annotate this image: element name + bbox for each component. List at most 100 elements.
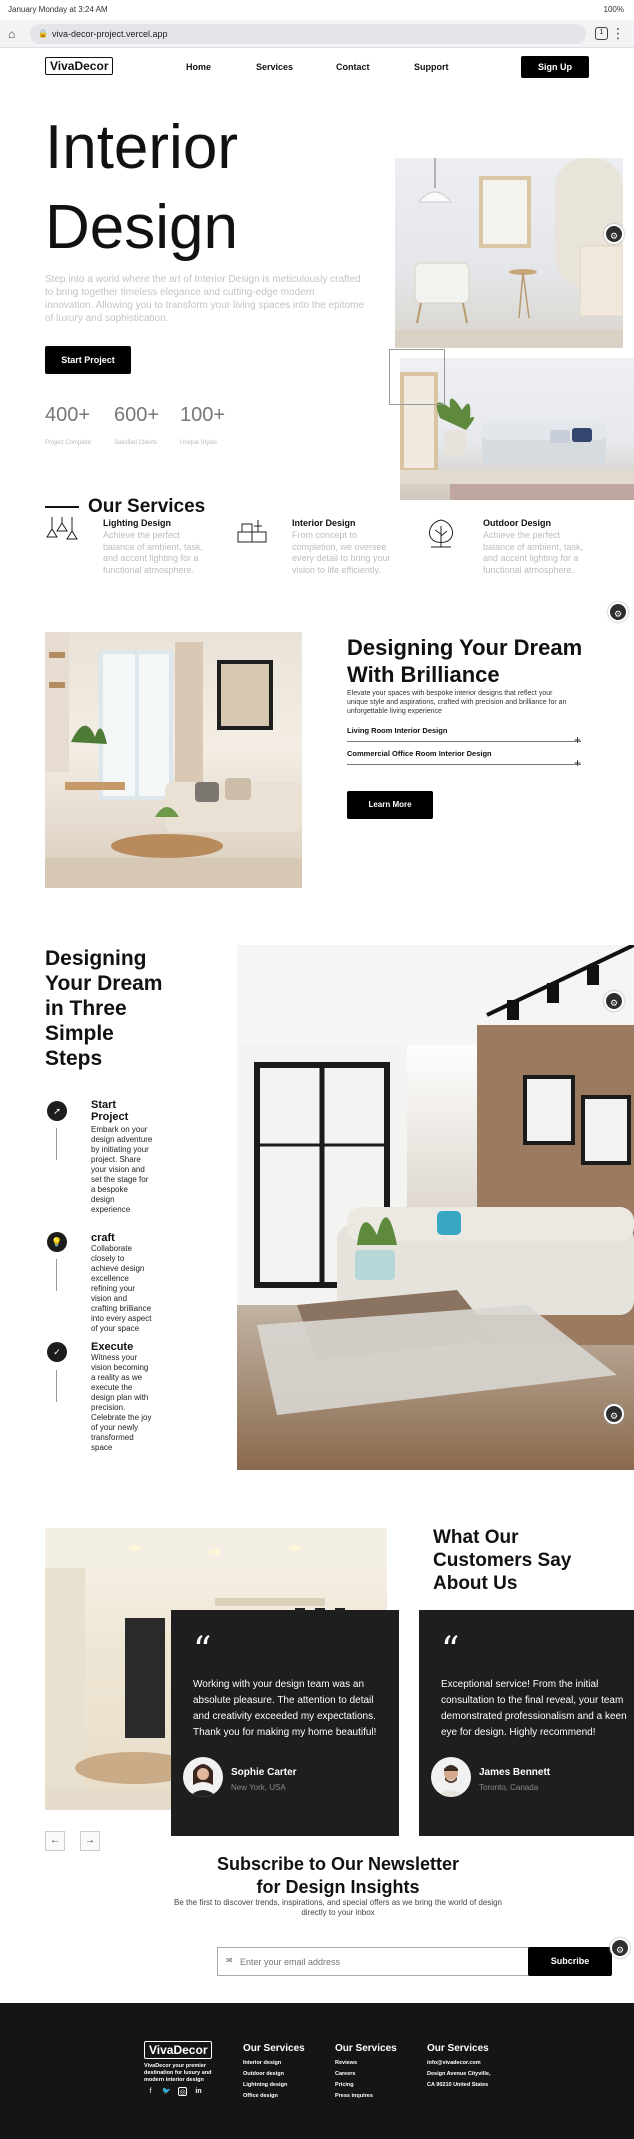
footer-link[interactable]: Pricing [335, 2082, 354, 2088]
more-menu-icon[interactable]: ⋮ [611, 25, 625, 42]
nav-services[interactable]: Services [256, 62, 293, 72]
stat-clients-label: Satisfied Clients [114, 440, 158, 446]
step-connector [56, 1128, 57, 1160]
linkedin-icon[interactable]: in [194, 2087, 203, 2096]
avatar [431, 1757, 471, 1797]
outdoor-tree-icon [425, 518, 457, 553]
plus-icon[interactable]: + [574, 733, 581, 747]
arrow-right-icon[interactable]: → [80, 1831, 100, 1851]
decorative-frame [389, 349, 445, 405]
avatar [183, 1757, 223, 1797]
testimonials-title: What Our Customers Say About Us [433, 1527, 572, 1594]
email-input[interactable] [240, 1953, 440, 1971]
brilliance-title: Designing Your Dream With Brilliance [347, 635, 583, 687]
twitter-icon[interactable]: 🐦 [162, 2087, 171, 2096]
service-outdoor-desc: Achieve the perfect balance of ambient, … [483, 530, 584, 575]
footer-link[interactable]: Outdoor design [243, 2071, 284, 2077]
stat-clients-value: 600+ [114, 404, 160, 426]
instagram-icon[interactable]: ◎ [178, 2087, 187, 2096]
footer-link[interactable]: Press inquires [335, 2093, 373, 2099]
step-craft-desc: Collaborate closely to achieve design ex… [91, 1244, 152, 1333]
living-room-image [45, 632, 302, 888]
footer-email[interactable]: info@vivadecor.com [427, 2060, 481, 2066]
step-execute-desc: Witness your vision becoming a reality a… [91, 1353, 152, 1452]
floating-action-icon-5[interactable]: ⚙ [610, 1938, 630, 1958]
footer-address-line-2: CA 90210 United States [427, 2082, 489, 2088]
url-text: viva-decor-project.vercel.app [52, 29, 168, 39]
quote-icon: “ [441, 1630, 460, 1671]
accordion-divider [347, 764, 581, 765]
footer-logo[interactable]: VivaDecor [144, 2041, 213, 2059]
arrow-left-icon[interactable]: ← [45, 1831, 65, 1851]
footer-link[interactable]: Lightning design [243, 2082, 287, 2088]
sign-up-button[interactable]: Sign Up [521, 56, 589, 78]
footer: VivaDecor VivaDecor your premier destina… [0, 2003, 634, 2139]
interior-furniture-icon [236, 520, 268, 551]
footer-address-line-1: Design Avenue Cityville, [427, 2071, 491, 2077]
nav-support[interactable]: Support [414, 62, 449, 72]
start-project-button[interactable]: Start Project [45, 346, 131, 374]
testimonial-card-2: “ Exceptional service! From the initial … [419, 1610, 634, 1836]
footer-tagline: VivaDecor your premier destination for l… [144, 2063, 212, 2083]
step-start-desc: Embark on your design adventure by initi… [91, 1125, 153, 1214]
living-room-illustration [45, 632, 302, 888]
quote-icon: “ [193, 1630, 212, 1671]
testimonial-quote: Exceptional service! From the initial co… [441, 1679, 627, 1738]
hero-description: Step into a world where the art of Inter… [45, 274, 365, 324]
floating-action-icon[interactable]: ⚙ [604, 224, 624, 244]
learn-more-button[interactable]: Learn More [347, 791, 433, 819]
step-execute-title: Execute [91, 1341, 134, 1353]
nav-contact[interactable]: Contact [336, 62, 370, 72]
pendant-lamp-icon [45, 517, 79, 550]
footer-col-2-title: Our Services [335, 2043, 397, 2054]
accordion-divider [347, 741, 581, 742]
accordion-living-room[interactable]: Living Room Interior Design + [347, 726, 581, 747]
subscribe-button[interactable]: Subcribe [528, 1947, 612, 1976]
chair-room-illustration [395, 158, 623, 348]
testimonial-location: New York, USA [231, 1783, 286, 1792]
footer-col-3-title: Our Services [427, 2043, 489, 2054]
browser-toolbar: ⌂ 🔒 viva-decor-project.vercel.app 1 ⋮ [0, 20, 634, 48]
nav-home[interactable]: Home [186, 62, 211, 72]
hero-title: Interior Design [45, 113, 238, 262]
floating-action-icon-3[interactable]: ⚙ [604, 991, 624, 1011]
stat-projects-value: 400+ [45, 404, 91, 426]
step-start-title: Start Project [91, 1099, 129, 1123]
facebook-icon[interactable]: f [146, 2087, 155, 2096]
steps-title: Designing Your Dream in Three Simple Ste… [45, 947, 163, 1070]
footer-link[interactable]: Interior design [243, 2060, 281, 2066]
logo[interactable]: VivaDecor [45, 57, 114, 75]
address-bar[interactable]: 🔒 viva-decor-project.vercel.app [30, 24, 586, 44]
footer-col-1-title: Our Services [243, 2043, 305, 2054]
accordion-label: Living Room Interior Design [347, 726, 448, 735]
service-outdoor-title: Outdoor Design [483, 518, 551, 528]
plus-icon[interactable]: + [574, 756, 581, 770]
stat-styles-label: Unique Styles [180, 440, 218, 446]
footer-link[interactable]: Reviews [335, 2060, 357, 2066]
floating-action-icon-4[interactable]: ⚙ [604, 1404, 624, 1424]
rocket-icon: ➚ [47, 1101, 67, 1121]
testimonial-name: Sophie Carter [231, 1767, 297, 1778]
mail-icon: ✉ [226, 1956, 233, 1965]
home-icon[interactable]: ⌂ [8, 27, 22, 41]
footer-link[interactable]: Careers [335, 2071, 356, 2077]
newsletter-description: Be the first to discover trends, inspira… [173, 1898, 503, 1917]
status-datetime: January Monday at 3:24 AM [8, 5, 108, 14]
step-craft-title: craft [91, 1232, 115, 1244]
battery-level: 100% [603, 5, 624, 14]
check-circle-icon: ✓ [47, 1342, 67, 1362]
floating-action-icon-2[interactable]: ⚙ [608, 602, 628, 622]
lock-icon: 🔒 [38, 29, 48, 38]
testimonial-location: Toronto, Canada [479, 1783, 539, 1792]
footer-link[interactable]: Office design [243, 2093, 278, 2099]
testimonial-name: James Bennett [479, 1767, 551, 1778]
section-divider [45, 506, 79, 508]
testimonial-quote: Working with your design team was an abs… [193, 1679, 377, 1738]
tabs-icon[interactable]: 1 [595, 27, 608, 40]
stat-styles-value: 100+ [180, 404, 226, 426]
hero-image-living-room [395, 158, 623, 348]
status-bar: January Monday at 3:24 AM 100% [0, 0, 634, 18]
accordion-office-room[interactable]: Commercial Office Room Interior Design + [347, 749, 581, 770]
service-interior-title: Interior Design [292, 518, 356, 528]
modern-room-illustration [237, 945, 634, 1415]
